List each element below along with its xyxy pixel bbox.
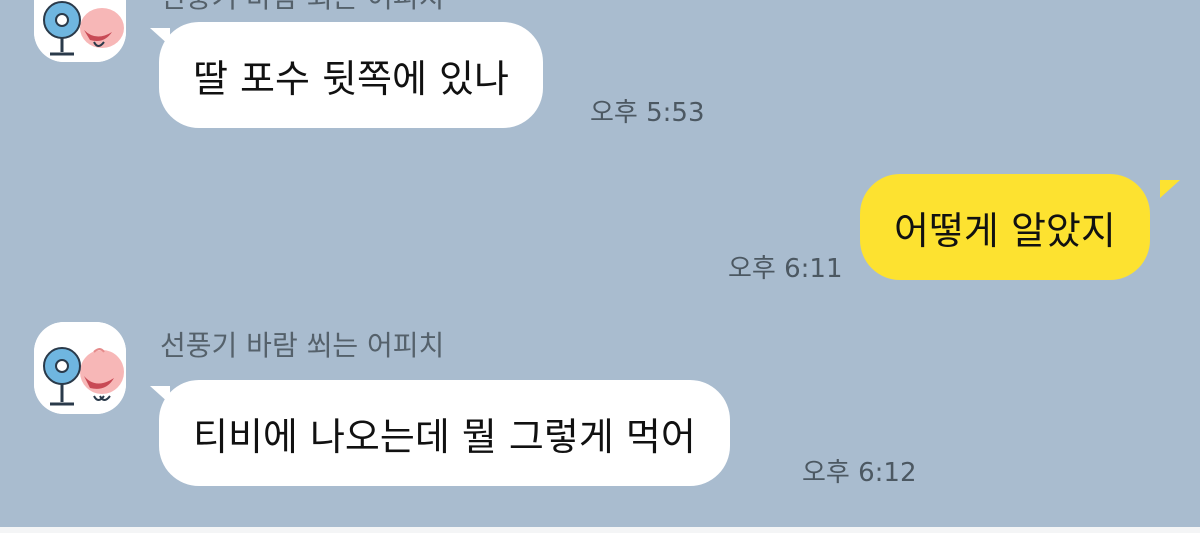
message-time: 오후 5:53 — [590, 98, 705, 128]
message-bubble-incoming[interactable]: 딸 포수 뒷쪽에 있나 — [159, 22, 543, 128]
input-bar-edge — [0, 527, 1200, 533]
sender-name: 선풍기 바람 쐬는 어피치 — [160, 329, 445, 362]
sender-name: 선풍기 바람 쐬는 어피치 — [160, 0, 444, 12]
chat-room[interactable]: 선풍기 바람 쐬는 어피치 딸 포수 뒷쪽에 있나 오후 5:53 어떻게 알았… — [0, 0, 1200, 533]
message-bubble-incoming[interactable]: 티비에 나오는데 뭘 그렇게 먹어 — [159, 380, 730, 486]
apeach-avatar-icon[interactable] — [34, 322, 126, 414]
message-time: 오후 6:12 — [802, 458, 917, 488]
apeach-avatar-icon[interactable] — [34, 0, 126, 62]
message-text: 딸 포수 뒷쪽에 있나 — [193, 56, 509, 101]
message-bubble-outgoing[interactable]: 어떻게 알았지 — [860, 174, 1150, 280]
message-text: 어떻게 알았지 — [894, 208, 1116, 253]
message-text: 티비에 나오는데 뭘 그렇게 먹어 — [193, 414, 696, 459]
bubble-tail — [1160, 180, 1180, 198]
message-time: 오후 6:11 — [728, 254, 843, 284]
